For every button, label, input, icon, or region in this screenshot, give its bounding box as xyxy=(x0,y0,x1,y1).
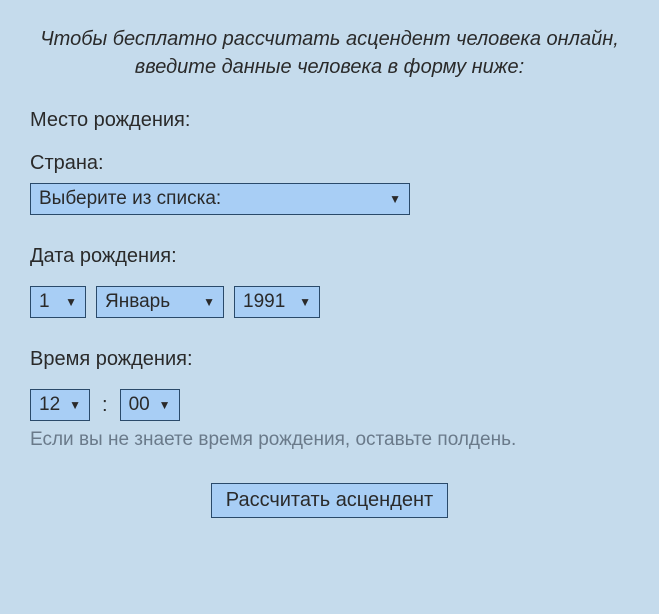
hour-select-value: 12 xyxy=(39,394,60,416)
country-label: Страна: xyxy=(30,152,629,175)
year-select[interactable]: 1991 ▼ xyxy=(234,286,320,318)
birthtime-hint: Если вы не знаете время рождения, оставь… xyxy=(30,427,629,453)
month-select-value: Январь xyxy=(105,291,170,313)
country-select[interactable]: Выберите из списка: ▼ xyxy=(30,183,410,215)
chevron-down-icon: ▼ xyxy=(203,295,215,309)
country-select-value: Выберите из списка: xyxy=(39,188,221,210)
day-select-value: 1 xyxy=(39,291,50,313)
year-select-value: 1991 xyxy=(243,291,285,313)
birthtime-label: Время рождения: xyxy=(30,348,629,371)
chevron-down-icon: ▼ xyxy=(65,295,77,309)
birthplace-label: Место рождения: xyxy=(30,109,629,132)
calculate-button[interactable]: Рассчитать асцендент xyxy=(211,483,448,518)
chevron-down-icon: ▼ xyxy=(389,192,401,206)
time-separator: : xyxy=(102,394,108,417)
day-select[interactable]: 1 ▼ xyxy=(30,286,86,318)
chevron-down-icon: ▼ xyxy=(69,398,81,412)
minute-select-value: 00 xyxy=(129,394,150,416)
intro-text: Чтобы бесплатно рассчитать асцендент чел… xyxy=(30,25,629,81)
chevron-down-icon: ▼ xyxy=(159,398,171,412)
minute-select[interactable]: 00 ▼ xyxy=(120,389,180,421)
birthdate-label: Дата рождения: xyxy=(30,245,629,268)
hour-select[interactable]: 12 ▼ xyxy=(30,389,90,421)
chevron-down-icon: ▼ xyxy=(299,295,311,309)
month-select[interactable]: Январь ▼ xyxy=(96,286,224,318)
